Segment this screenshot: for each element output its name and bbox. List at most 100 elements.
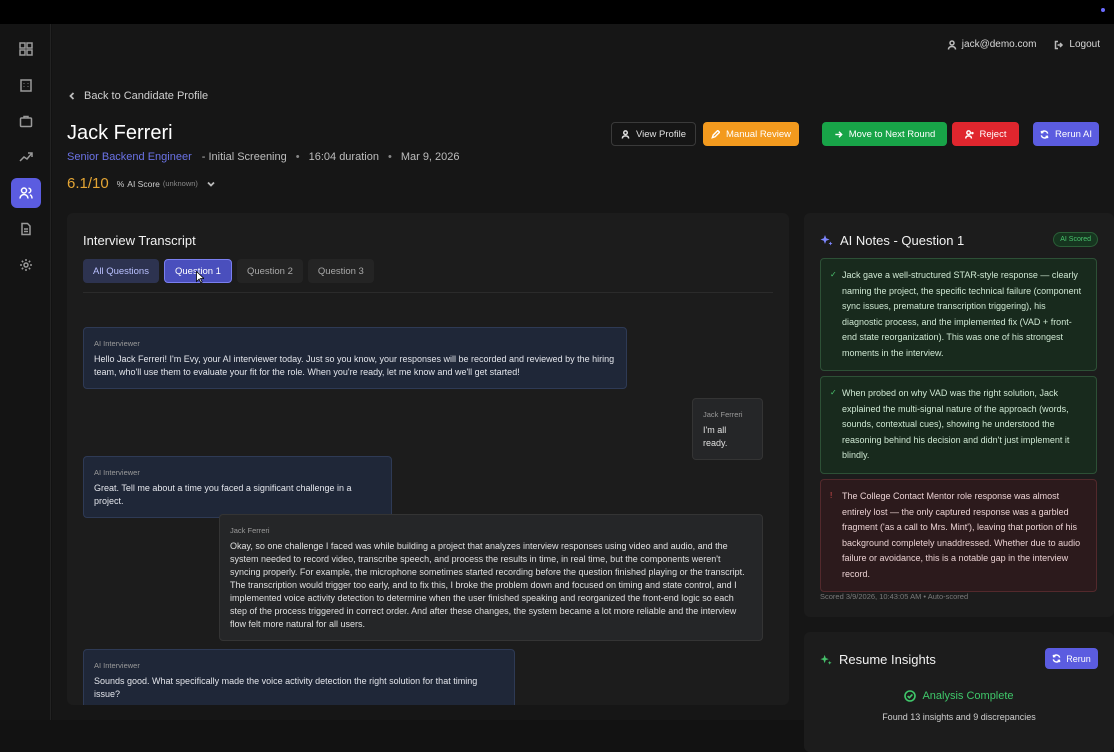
arrow-right-icon bbox=[835, 130, 843, 138]
ai-notes-header: AI Notes - Question 1 bbox=[820, 233, 964, 248]
insights-summary: Found 13 insights and 9 discrepancies bbox=[882, 712, 1036, 722]
ai-note: ✓ When probed on why VAD was the right s… bbox=[820, 376, 1097, 474]
tab-question-2[interactable]: Question 2 bbox=[236, 259, 303, 283]
check-circle-icon bbox=[904, 690, 917, 702]
briefcase-icon bbox=[19, 115, 33, 128]
message-speaker: Jack Ferreri bbox=[703, 410, 743, 419]
manual-review-button[interactable]: Manual Review bbox=[703, 122, 799, 146]
reject-button[interactable]: Reject bbox=[952, 122, 1019, 146]
check-icon: ✓ bbox=[830, 270, 837, 279]
pencil-icon bbox=[711, 129, 721, 139]
message-text: Great. Tell me about a time you faced a … bbox=[94, 483, 352, 506]
sparkles-icon bbox=[820, 654, 832, 665]
back-label: Back to Candidate Profile bbox=[84, 90, 209, 102]
next-round-button[interactable]: Move to Next Round bbox=[822, 122, 947, 146]
users-icon bbox=[19, 187, 33, 199]
separator-dot: • bbox=[387, 151, 392, 163]
refresh-icon bbox=[1052, 654, 1061, 663]
status-dot bbox=[1101, 8, 1105, 12]
resume-insights-title: Resume Insights bbox=[839, 652, 936, 667]
ai-note: ✓ Jack gave a well-structured STAR-style… bbox=[820, 258, 1097, 371]
ai-note: ! The College Contact Mentor role respon… bbox=[820, 479, 1097, 592]
view-profile-button[interactable]: View Profile bbox=[611, 122, 696, 146]
main-content: jack@demo.com Logout Back to Candidate P… bbox=[52, 24, 1114, 752]
transcript-message: Jack Ferreri I'm all ready. bbox=[692, 398, 763, 460]
manual-review-label: Manual Review bbox=[726, 128, 791, 140]
analysis-status-label: Analysis Complete bbox=[922, 690, 1014, 702]
score-row: 6.1/10 % AI Score (unknown) bbox=[67, 175, 215, 192]
ai-note-text: Jack gave a well-structured STAR-style r… bbox=[842, 270, 1082, 358]
chevron-left-icon bbox=[69, 92, 75, 100]
analytics-nav[interactable] bbox=[11, 142, 41, 172]
transcript-panel: Interview Transcript All Questions Quest… bbox=[67, 213, 789, 705]
transcript-message: Jack Ferreri Okay, so one challenge I fa… bbox=[219, 514, 763, 641]
user-account[interactable]: jack@demo.com bbox=[947, 39, 1037, 50]
user-area: jack@demo.com Logout bbox=[947, 39, 1100, 50]
user-icon bbox=[947, 39, 957, 50]
ai-score-icon: % bbox=[116, 178, 125, 189]
refresh-icon bbox=[1040, 129, 1049, 139]
document-icon bbox=[21, 222, 31, 236]
rerun-ai-label: Rerun AI bbox=[1055, 128, 1092, 140]
building-icon bbox=[20, 79, 32, 92]
ai-score-status: (unknown) bbox=[162, 179, 198, 188]
resume-insights-panel: Resume Insights Rerun Analysis Complete … bbox=[804, 632, 1114, 752]
logout-icon bbox=[1055, 40, 1064, 49]
tab-all-questions[interactable]: All Questions bbox=[83, 259, 159, 283]
ai-note-text: When probed on why VAD was the right sol… bbox=[842, 388, 1070, 460]
next-round-label: Move to Next Round bbox=[848, 128, 936, 140]
ai-score-label: AI Score bbox=[127, 178, 160, 189]
ai-score-toggle[interactable]: % AI Score (unknown) bbox=[117, 179, 215, 189]
message-text: Okay, so one challenge I faced was while… bbox=[230, 541, 745, 629]
resume-insights-header: Resume Insights bbox=[820, 652, 936, 667]
candidate-name: Jack Ferreri bbox=[67, 122, 173, 144]
question-tabs: All Questions Question 1 Question 2 Ques… bbox=[83, 259, 374, 283]
interview-duration: 16:04 duration bbox=[308, 151, 379, 163]
logout-button[interactable]: Logout bbox=[1054, 39, 1100, 50]
settings-nav[interactable] bbox=[11, 250, 41, 280]
reject-label: Reject bbox=[979, 128, 1007, 140]
company-nav[interactable] bbox=[11, 70, 41, 100]
grid-icon bbox=[19, 42, 33, 56]
scored-timestamp: Scored 3/9/2026, 10:43:05 AM • Auto-scor… bbox=[820, 592, 969, 601]
transcript-title: Interview Transcript bbox=[83, 233, 196, 248]
jobs-nav[interactable] bbox=[11, 106, 41, 136]
chevron-down-icon bbox=[207, 181, 215, 187]
user-x-icon bbox=[964, 129, 974, 139]
tab-question-3[interactable]: Question 3 bbox=[307, 259, 374, 283]
message-text: Sounds good. What specifically made the … bbox=[94, 676, 478, 699]
window-topbar bbox=[0, 0, 1114, 24]
message-speaker: Jack Ferreri bbox=[230, 526, 270, 535]
check-icon: ✓ bbox=[830, 388, 837, 397]
ai-notes-title: AI Notes - Question 1 bbox=[840, 233, 965, 248]
mouse-cursor-icon bbox=[196, 271, 204, 283]
alert-icon: ! bbox=[830, 491, 833, 500]
reports-nav[interactable] bbox=[11, 214, 41, 244]
resume-rerun-label: Rerun bbox=[1066, 653, 1091, 664]
interview-date: Mar 9, 2026 bbox=[400, 151, 460, 163]
dashboard-nav[interactable] bbox=[11, 34, 41, 64]
message-speaker: AI Interviewer bbox=[94, 339, 140, 348]
separator-dot: • bbox=[295, 151, 300, 163]
candidates-nav[interactable] bbox=[11, 178, 41, 208]
message-speaker: AI Interviewer bbox=[94, 468, 140, 477]
overall-score: 6.1/10 bbox=[67, 175, 109, 192]
user-email: jack@demo.com bbox=[961, 39, 1037, 50]
transcript-message: AI Interviewer Great. Tell me about a ti… bbox=[83, 456, 392, 518]
message-speaker: AI Interviewer bbox=[94, 661, 140, 670]
ai-scored-badge: AI Scored bbox=[1053, 232, 1098, 247]
transcript-message: AI Interviewer Hello Jack Ferreri! I'm E… bbox=[83, 327, 627, 389]
resume-rerun-button[interactable]: Rerun bbox=[1045, 648, 1098, 669]
gear-icon bbox=[20, 259, 32, 271]
candidate-stage: - Initial Screening bbox=[201, 151, 287, 163]
candidate-role[interactable]: Senior Backend Engineer bbox=[67, 151, 192, 163]
back-link[interactable]: Back to Candidate Profile bbox=[68, 90, 208, 102]
sparkles-icon bbox=[820, 235, 833, 246]
transcript-divider bbox=[83, 292, 773, 293]
trending-up-icon bbox=[19, 152, 33, 162]
rerun-ai-button[interactable]: Rerun AI bbox=[1033, 122, 1099, 146]
message-text: Hello Jack Ferreri! I'm Evy, your AI int… bbox=[94, 354, 615, 377]
user-icon bbox=[621, 129, 630, 139]
candidate-meta: Senior Backend Engineer - Initial Screen… bbox=[67, 151, 460, 163]
transcript-message: AI Interviewer Sounds good. What specifi… bbox=[83, 649, 515, 705]
